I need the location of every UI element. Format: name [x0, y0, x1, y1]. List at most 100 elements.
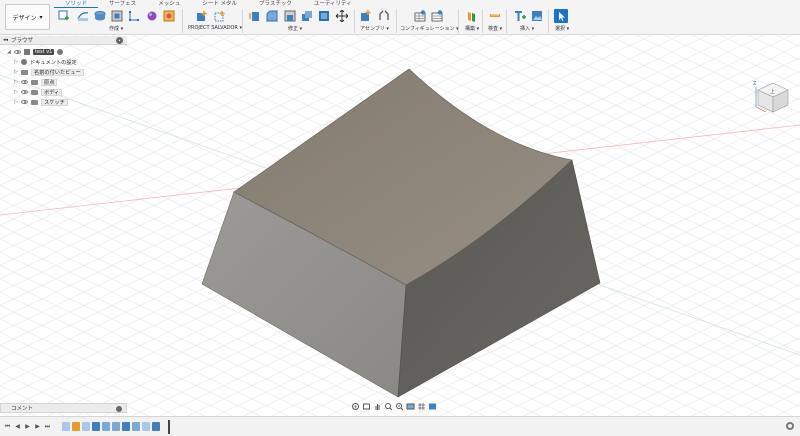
play-icon[interactable]: ▶: [24, 423, 31, 430]
group-label-configure[interactable]: コンフィギュレーション ▾: [400, 25, 459, 32]
visibility-eye-icon[interactable]: [21, 90, 28, 94]
group-label-modify[interactable]: 修正 ▾: [288, 25, 302, 32]
revolve-icon[interactable]: [111, 10, 123, 22]
group-label-create[interactable]: 作成 ▾: [109, 25, 123, 32]
visibility-eye-icon[interactable]: [21, 80, 28, 84]
browser-root[interactable]: ◢ test v1: [7, 48, 64, 56]
project-add-icon[interactable]: [196, 10, 208, 22]
look-at-icon[interactable]: [362, 402, 371, 411]
group-label-construct[interactable]: 構築 ▾: [465, 25, 479, 32]
timeline-feature-loft[interactable]: [112, 422, 120, 431]
expand-triangle-icon[interactable]: ◢: [7, 49, 11, 55]
timeline-feature-body[interactable]: [122, 422, 130, 431]
timeline-feature-sketch[interactable]: [142, 422, 150, 431]
pin-icon[interactable]: [116, 406, 122, 412]
browser-item-sketches[interactable]: ▷ スケッチ: [14, 98, 68, 106]
press-pull-icon[interactable]: [249, 10, 261, 22]
comments-panel-header[interactable]: コメント: [0, 403, 127, 413]
toolbar-divider: [482, 9, 483, 33]
collapse-icon[interactable]: ◂◂: [3, 37, 8, 43]
tab-sheet-metal[interactable]: シート メタル: [191, 0, 248, 8]
viewcube-axis-z: Z: [753, 81, 757, 87]
offset-plane-icon[interactable]: [466, 10, 478, 22]
grid-icon[interactable]: [417, 402, 426, 411]
derive-icon[interactable]: [163, 10, 175, 22]
visibility-eye-icon[interactable]: [14, 50, 21, 54]
gear-icon: [21, 59, 27, 65]
first-icon[interactable]: ⏮: [4, 423, 11, 430]
expand-triangle-icon[interactable]: ▷: [14, 59, 18, 65]
expand-triangle-icon[interactable]: ▷: [14, 69, 18, 75]
new-component-icon[interactable]: [58, 10, 70, 22]
viewports-icon[interactable]: [428, 402, 437, 411]
chamfer-icon[interactable]: [284, 10, 296, 22]
sketch-lines-icon[interactable]: [128, 10, 140, 22]
fit-icon[interactable]: [395, 402, 404, 411]
combine-icon[interactable]: [318, 10, 330, 22]
orbit-icon[interactable]: [351, 402, 360, 411]
timeline-marker[interactable]: [168, 420, 170, 434]
configure-rule-icon[interactable]: [431, 10, 443, 22]
document-name[interactable]: test v1: [33, 49, 55, 55]
timeline-feature-body[interactable]: [92, 422, 100, 431]
next-icon[interactable]: ▶: [34, 423, 41, 430]
tab-solid[interactable]: ソリッド: [54, 0, 99, 8]
new-component-assembly-icon[interactable]: [360, 10, 372, 22]
create-sketch-icon[interactable]: [77, 10, 89, 22]
group-label-select[interactable]: 選択 ▾: [555, 25, 569, 32]
chevron-down-icon: ▾: [39, 13, 43, 21]
group-label-project[interactable]: PROJECT SALVADOR ▾: [188, 25, 242, 31]
move-icon[interactable]: [336, 10, 348, 22]
browser-item-origin[interactable]: ▷ 原点: [14, 78, 58, 86]
insert-derive-icon[interactable]: [514, 10, 526, 22]
expand-triangle-icon[interactable]: ▷: [14, 99, 18, 105]
tab-surface[interactable]: サーフェス: [98, 0, 147, 8]
configure-table-icon[interactable]: [414, 10, 426, 22]
display-settings-icon[interactable]: [406, 402, 415, 411]
viewcube-face-top[interactable]: 上: [770, 88, 775, 95]
keycap-body[interactable]: [0, 35, 800, 416]
measure-icon[interactable]: [489, 10, 501, 22]
comments-title: コメント: [11, 406, 34, 412]
browser-item-bodies[interactable]: ▷ ボディ: [14, 88, 63, 96]
zoom-icon[interactable]: [384, 402, 393, 411]
group-label-inspect[interactable]: 検査 ▾: [488, 25, 502, 32]
timeline-feature-fillet[interactable]: [102, 422, 110, 431]
timeline-feature-combine[interactable]: [152, 422, 160, 431]
pan-icon[interactable]: [373, 402, 382, 411]
pin-icon[interactable]: •: [116, 37, 123, 44]
joint-icon[interactable]: [378, 10, 390, 22]
extrude-icon[interactable]: [94, 10, 106, 22]
group-label-assemble[interactable]: アセンブリ ▾: [360, 25, 389, 32]
browser-panel-header[interactable]: ◂◂ ブラウザ •: [0, 36, 127, 45]
form-icon[interactable]: [146, 10, 158, 22]
tab-mesh[interactable]: メッシュ: [147, 0, 191, 8]
expand-triangle-icon[interactable]: ▷: [14, 89, 18, 95]
tab-plastic[interactable]: プラスチック: [248, 0, 303, 8]
fillet-icon[interactable]: [266, 10, 278, 22]
document-icon: [24, 49, 30, 55]
previous-icon[interactable]: ◀: [14, 423, 21, 430]
timeline-feature-sketch[interactable]: [62, 422, 70, 431]
browser-item-named-views[interactable]: ▷ 名前の付いたビュー: [14, 68, 84, 76]
insert-image-icon[interactable]: [531, 10, 543, 22]
timeline-feature-sketch[interactable]: [82, 422, 90, 431]
timeline-feature-extrude[interactable]: [72, 422, 80, 431]
shell-icon[interactable]: [301, 10, 313, 22]
gear-icon[interactable]: [786, 422, 794, 430]
viewcube[interactable]: Z 上: [752, 77, 794, 117]
browser-item-label: 原点: [41, 78, 58, 86]
folder-icon: [31, 99, 38, 105]
select-cursor-icon[interactable]: [554, 9, 568, 23]
browser-item-document-settings[interactable]: ▷ ドキュメントの設定: [14, 58, 77, 66]
last-icon[interactable]: ⏭: [44, 423, 51, 430]
visibility-eye-icon[interactable]: [21, 100, 28, 104]
workspace-switcher-button[interactable]: デザイン ▾: [5, 4, 50, 30]
viewport-canvas[interactable]: Z 上: [0, 35, 800, 416]
project-grid-icon[interactable]: [214, 10, 226, 22]
record-icon[interactable]: [57, 49, 64, 55]
tab-utilities[interactable]: ユーティリティ: [303, 0, 363, 8]
timeline-feature-shell[interactable]: [132, 422, 140, 431]
group-label-insert[interactable]: 挿入 ▾: [520, 25, 534, 32]
expand-triangle-icon[interactable]: ▷: [14, 79, 18, 85]
